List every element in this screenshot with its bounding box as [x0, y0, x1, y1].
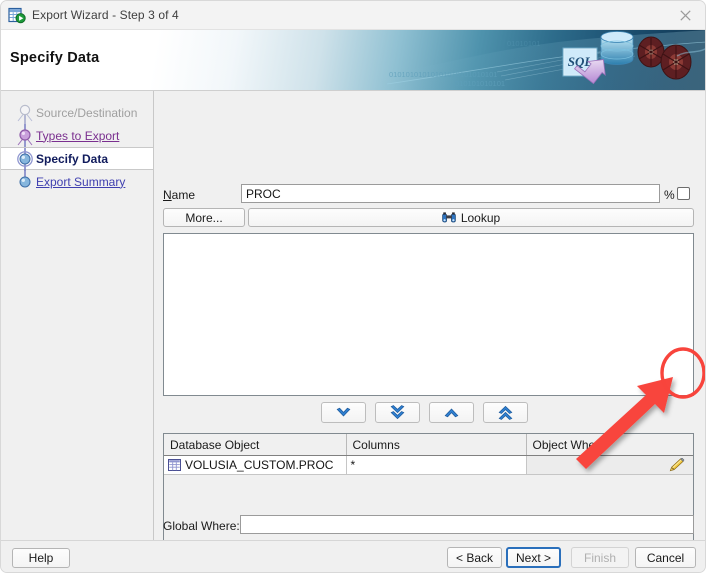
footer-bar: Help < Back Next > Finish Cancel: [1, 541, 705, 572]
step-list: Source/Destination Types to Export Speci…: [1, 101, 153, 193]
name-label: Name: [163, 188, 196, 202]
svg-text:01010101010101010101010101: 01010101010101010101010101: [389, 70, 497, 79]
help-button[interactable]: Help: [12, 548, 70, 568]
table-grid-icon: [168, 459, 181, 471]
name-input[interactable]: [241, 184, 660, 203]
window-title: Export Wizard - Step 3 of 4: [32, 8, 179, 22]
global-where-input[interactable]: [240, 515, 694, 534]
chevron-down-icon: [336, 406, 351, 419]
main-content: Name % More... Lookup: [155, 91, 705, 572]
sidebar-item-label: Source/Destination: [36, 105, 138, 120]
percent-checkbox[interactable]: [677, 187, 690, 200]
sidebar-item-types-to-export[interactable]: Types to Export: [1, 124, 153, 147]
pencil-icon[interactable]: [669, 457, 685, 472]
database-object-name: VOLUSIA_CUSTOM.PROC: [185, 458, 334, 472]
cancel-button[interactable]: Cancel: [635, 547, 696, 568]
wizard-steps-sidebar: Source/Destination Types to Export Speci…: [1, 91, 154, 540]
column-header-object-where[interactable]: Object Where: [526, 434, 693, 456]
double-chevron-down-icon: [390, 405, 405, 420]
next-button[interactable]: Next >: [506, 547, 561, 568]
export-wizard-window: Export Wizard - Step 3 of 4 Specify Data: [0, 0, 706, 573]
table-header-row: Database Object Columns Object Where: [164, 434, 693, 456]
node-inactive-icon: [14, 101, 36, 124]
node-future-icon: [14, 170, 36, 193]
sidebar-item-label: Export Summary: [36, 174, 126, 189]
wizard-banner: Specify Data 01010101010101010101010101 …: [1, 30, 705, 91]
svg-text:010101010101: 010101010101: [455, 79, 505, 88]
chevron-up-icon: [444, 406, 459, 419]
available-objects-list[interactable]: [163, 233, 694, 396]
node-visited-icon: [14, 124, 36, 147]
sidebar-item-export-summary[interactable]: Export Summary: [1, 170, 153, 193]
sidebar-item-source-destination[interactable]: Source/Destination: [1, 101, 153, 124]
node-current-icon: [14, 148, 36, 171]
column-header-columns[interactable]: Columns: [346, 434, 527, 456]
global-where-label: Global Where:: [163, 519, 240, 533]
cell-database-object[interactable]: VOLUSIA_CUSTOM.PROC: [164, 455, 347, 475]
percent-label: %: [664, 188, 675, 202]
export-table-icon: [8, 7, 26, 24]
move-up-button[interactable]: [429, 402, 474, 423]
lookup-button[interactable]: Lookup: [248, 208, 694, 227]
table-row[interactable]: VOLUSIA_CUSTOM.PROC *: [164, 455, 693, 475]
title-bar: Export Wizard - Step 3 of 4: [1, 1, 705, 30]
sidebar-item-label: Types to Export: [36, 128, 120, 143]
double-chevron-up-icon: [498, 405, 513, 420]
sidebar-item-label: Specify Data: [36, 151, 109, 166]
binoculars-icon: [442, 211, 456, 224]
lookup-button-label: Lookup: [460, 210, 501, 225]
close-icon[interactable]: [663, 1, 705, 29]
back-button[interactable]: < Back: [447, 547, 502, 568]
sql-database-export-graphic: 01010101010101010101010101 010101010101 …: [377, 30, 705, 90]
move-down-button[interactable]: [321, 402, 366, 423]
column-header-database-object[interactable]: Database Object: [164, 434, 347, 456]
svg-text:01010101: 01010101: [507, 39, 540, 48]
move-all-up-button[interactable]: [483, 402, 528, 423]
sidebar-item-specify-data[interactable]: Specify Data: [1, 147, 153, 171]
more-button[interactable]: More...: [163, 208, 245, 227]
finish-button: Finish: [571, 547, 629, 568]
cell-columns[interactable]: *: [346, 455, 527, 475]
move-all-down-button[interactable]: [375, 402, 420, 423]
cell-object-where[interactable]: [526, 455, 693, 475]
page-title: Specify Data: [10, 50, 100, 66]
